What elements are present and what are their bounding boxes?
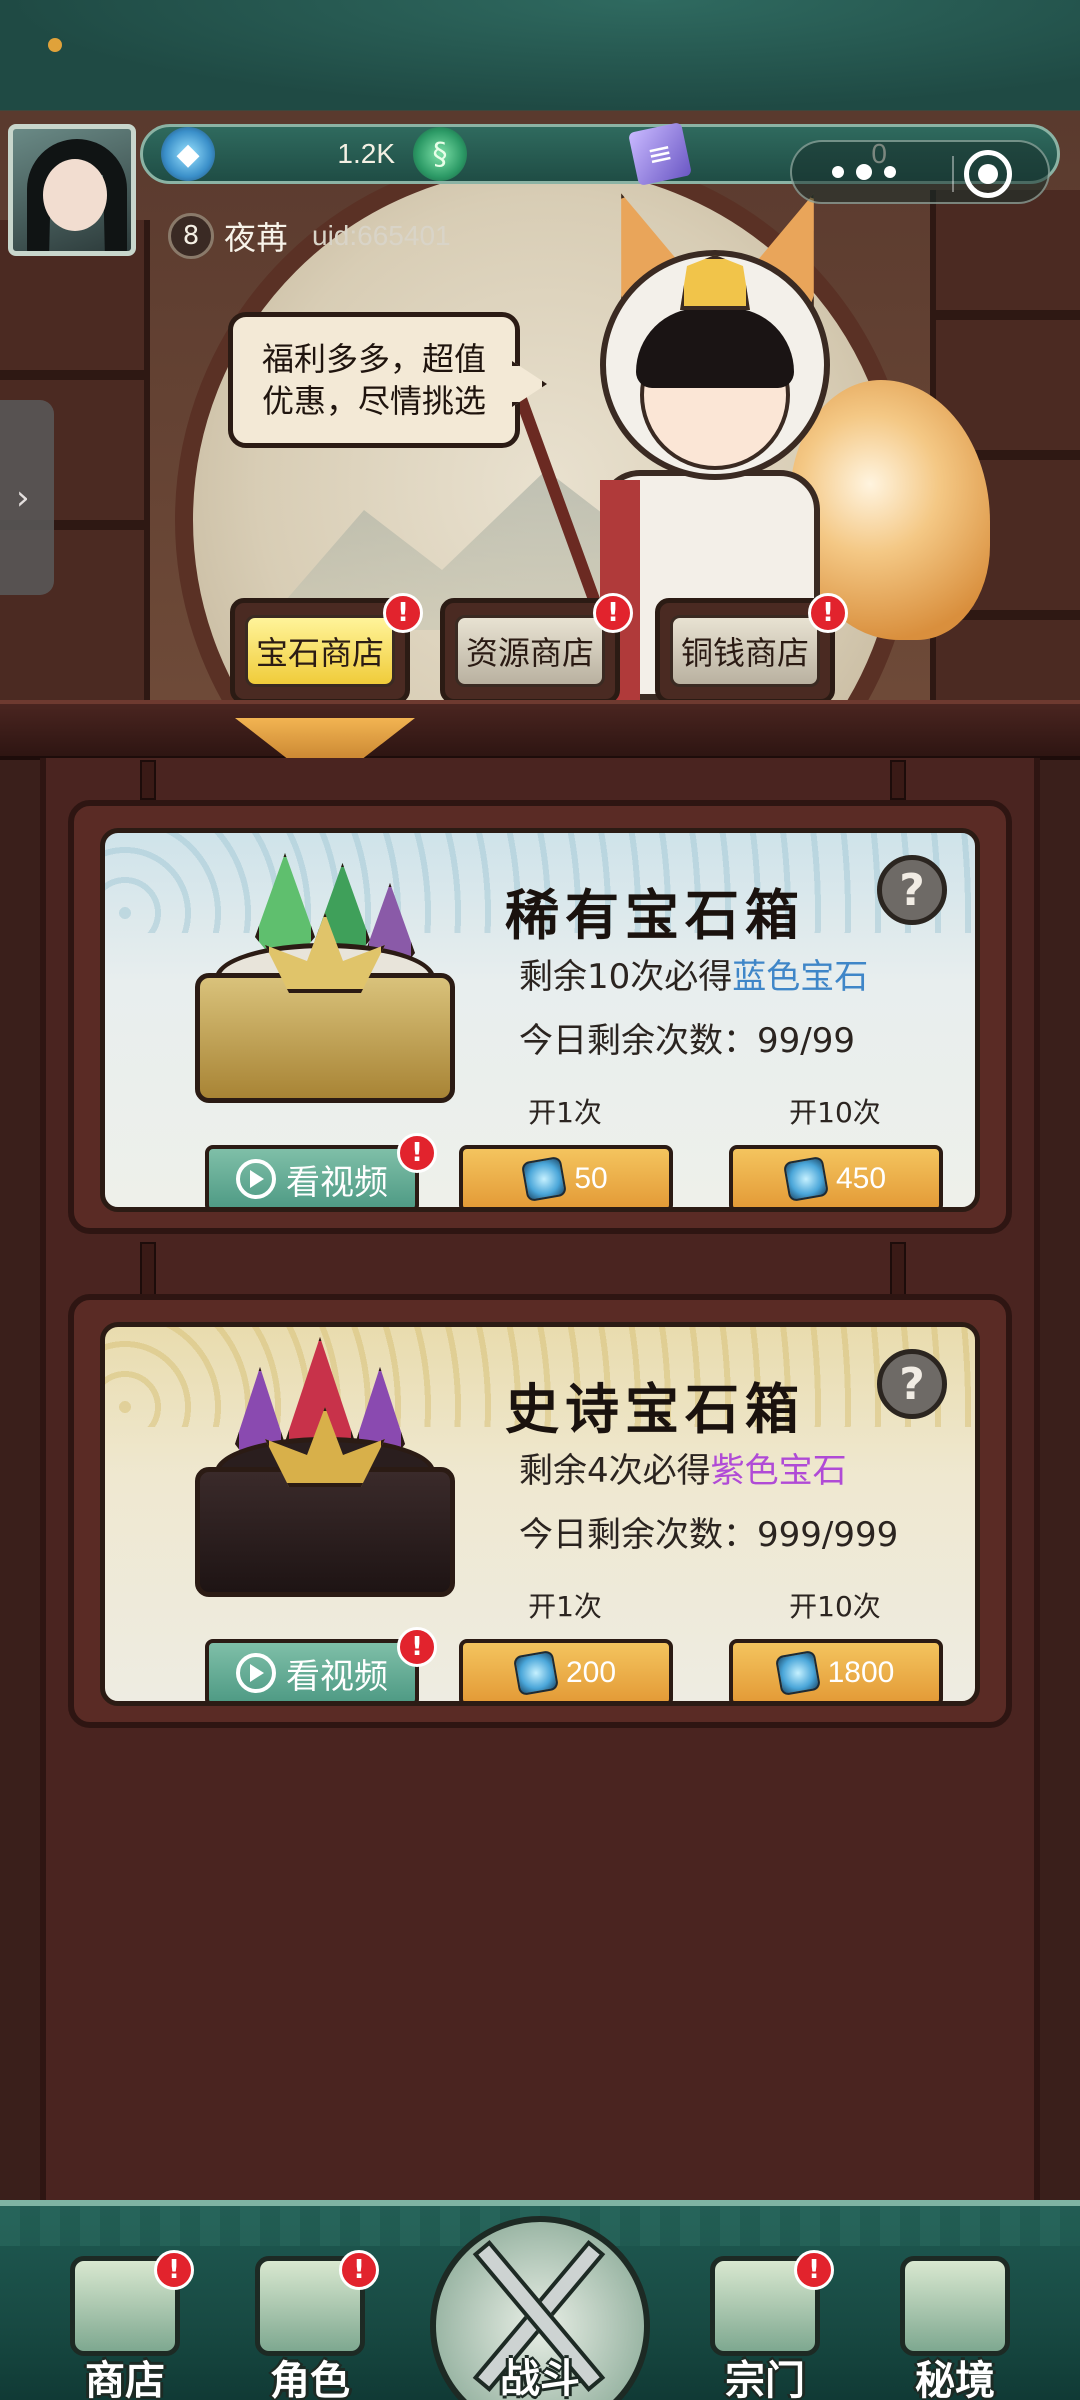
- gem-icon: [512, 1649, 560, 1697]
- guarantee-prefix: 剩余4次必得: [519, 1451, 711, 1491]
- rare-watch-video-button[interactable]: 看视频: [205, 1145, 419, 1207]
- header-band: [0, 0, 1080, 110]
- mini-program-capsule: [790, 140, 1050, 204]
- guarantee-prefix: 剩余10次必得: [519, 957, 733, 997]
- player-info-row: 8 夜苒 uid:665401: [168, 212, 451, 260]
- tab-gem-shop-label: 宝石商店: [245, 615, 395, 687]
- alert-badge-icon: !: [397, 1133, 437, 1173]
- gem-icon: [782, 1155, 830, 1203]
- gem-icon: ◆: [161, 127, 215, 181]
- tab-resource-shop[interactable]: 资源商店 !: [440, 593, 633, 721]
- status-indicator-dot: [48, 38, 62, 52]
- rare-daily-remaining: 今日剩余次数：99/99: [519, 1013, 855, 1062]
- gem-icon: [521, 1155, 568, 1203]
- daily-label: 今日剩余次数：: [519, 1021, 757, 1061]
- nav-shop-label: 商店: [85, 2357, 165, 2400]
- tab-copper-shop[interactable]: 铜钱商店 !: [655, 593, 848, 721]
- player-name: 夜苒: [224, 219, 289, 257]
- price-value: 200: [565, 1656, 617, 1689]
- tab-copper-shop-label: 铜钱商店: [670, 615, 820, 687]
- alert-badge-icon: !: [154, 2250, 194, 2290]
- nav-secret-realm-label: 秘境: [915, 2357, 995, 2400]
- epic-watch-video-button[interactable]: 看视频: [205, 1639, 419, 1701]
- help-icon[interactable]: ?: [877, 855, 947, 925]
- rare-chest-title: 稀有宝石箱: [505, 883, 805, 947]
- tab-gem-shop[interactable]: 宝石商店 !: [230, 593, 423, 721]
- player-level-badge: 8: [168, 213, 214, 259]
- epic-open-once-button[interactable]: 200: [459, 1639, 673, 1701]
- gem-icon: [774, 1649, 821, 1697]
- alert-badge-icon: !: [383, 593, 423, 633]
- nav-battle-label: 战斗: [500, 2355, 580, 2400]
- help-icon[interactable]: ?: [877, 1349, 947, 1419]
- alert-badge-icon: !: [808, 593, 848, 633]
- player-avatar[interactable]: [8, 124, 136, 256]
- board-post: [890, 1242, 906, 1302]
- open-once-label: 开1次: [528, 1590, 602, 1623]
- epic-open-ten-button[interactable]: 1800: [729, 1639, 943, 1701]
- nav-shop[interactable]: ! 商店: [40, 2206, 210, 2400]
- epic-chest-title: 史诗宝石箱: [505, 1377, 805, 1441]
- nav-secret-realm[interactable]: 秘境: [870, 2206, 1040, 2400]
- epic-guarantee-text: 剩余4次必得紫色宝石: [519, 1443, 847, 1492]
- nav-character-label: 角色: [270, 2357, 350, 2400]
- daily-value: 999/999: [757, 1515, 899, 1555]
- board-post: [140, 760, 156, 800]
- gem-count: 1.2K: [337, 138, 395, 169]
- price-value: 450: [835, 1162, 887, 1195]
- guarantee-item-blue-gem: 蓝色宝石: [732, 957, 869, 997]
- play-icon: [236, 1653, 276, 1693]
- price-value: 50: [574, 1162, 608, 1195]
- daily-value: 99/99: [757, 1021, 855, 1061]
- alert-badge-icon: !: [339, 2250, 379, 2290]
- bottom-navigation: ! 商店 ! 角色 战斗 ! 宗门 秘境: [0, 2200, 1080, 2400]
- guarantee-item-purple-gem: 紫色宝石: [710, 1451, 847, 1491]
- price-value: 1800: [827, 1656, 895, 1689]
- alert-badge-icon: !: [593, 593, 633, 633]
- nav-sect-label: 宗门: [725, 2357, 805, 2400]
- board-post: [890, 760, 906, 800]
- side-expand-tab[interactable]: ›: [0, 400, 54, 595]
- rare-guarantee-text: 剩余10次必得蓝色宝石: [519, 949, 868, 998]
- open-ten-label: 开10次: [789, 1590, 881, 1623]
- daily-label: 今日剩余次数：: [519, 1515, 757, 1555]
- chevron-right-icon: ›: [16, 478, 30, 518]
- player-uid: uid:665401: [312, 220, 451, 251]
- rare-gem-chest-image: [175, 853, 475, 1133]
- secret-realm-icon: [900, 2256, 1010, 2356]
- alert-badge-icon: !: [794, 2250, 834, 2290]
- nav-sect[interactable]: ! 宗门: [680, 2206, 850, 2400]
- epic-daily-remaining: 今日剩余次数：999/999: [519, 1507, 898, 1556]
- open-ten-label: 开10次: [789, 1096, 881, 1129]
- epic-gem-chest-card: 史诗宝石箱 ? 剩余4次必得紫色宝石 今日剩余次数：999/999 看视频 ! …: [68, 1294, 1012, 1728]
- scroll-ticket-icon: ≡: [627, 121, 693, 187]
- epic-gem-chest-image: [175, 1337, 475, 1627]
- nav-character[interactable]: ! 角色: [225, 2206, 395, 2400]
- close-target-icon[interactable]: [964, 150, 1012, 198]
- open-once-label: 开1次: [528, 1096, 602, 1129]
- board-post: [140, 1242, 156, 1302]
- shopkeeper-speech-bubble: 福利多多，超值优惠，尽情挑选: [228, 312, 520, 448]
- section-divider: [0, 700, 1080, 760]
- rare-open-once-button[interactable]: 50: [459, 1145, 673, 1207]
- speech-text: 福利多多，超值优惠，尽情挑选: [261, 340, 486, 420]
- nav-battle[interactable]: 战斗: [420, 2176, 660, 2400]
- dragon-jade-icon: §: [413, 127, 467, 181]
- watch-video-label: 看视频: [286, 1162, 388, 1203]
- tab-resource-shop-label: 资源商店: [455, 615, 605, 687]
- rare-open-ten-button[interactable]: 450: [729, 1145, 943, 1207]
- more-menu-button[interactable]: [832, 160, 912, 184]
- shop-scene-background: [0, 0, 1080, 700]
- watch-video-label: 看视频: [286, 1656, 388, 1697]
- play-icon: [236, 1159, 276, 1199]
- rare-gem-chest-card: 稀有宝石箱 ? 剩余10次必得蓝色宝石 今日剩余次数：99/99 看视频 ! 开…: [68, 800, 1012, 1234]
- alert-badge-icon: !: [397, 1627, 437, 1667]
- currency-gems[interactable]: ◆ 1.2K: [161, 127, 411, 181]
